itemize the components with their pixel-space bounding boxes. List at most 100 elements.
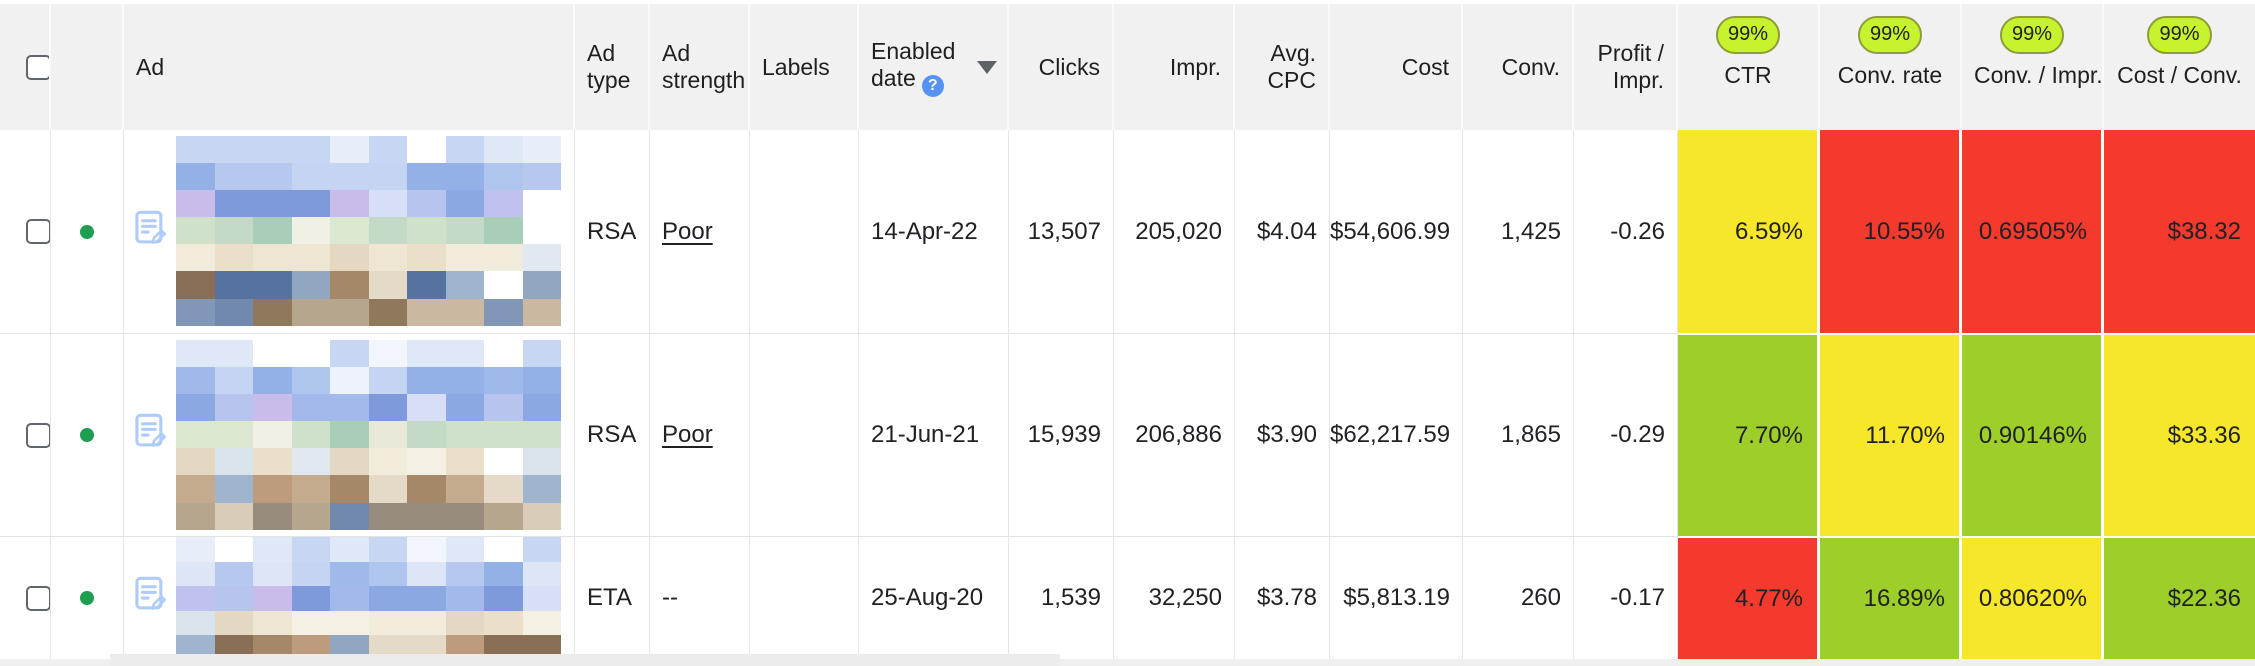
col-header-ad_strength[interactable]: Ad strength (650, 4, 750, 130)
col-header-ad[interactable]: Ad (124, 4, 575, 130)
status-cell (51, 333, 124, 536)
ctr-heat-cell: 7.70% (1678, 333, 1820, 536)
conversions-cell: 1,865 (1463, 333, 1574, 536)
col-header-label: Ad strength (662, 40, 745, 93)
row-checkbox[interactable] (26, 586, 51, 611)
profit-impr-cell: -0.17 (1574, 536, 1678, 659)
col-header-clicks[interactable]: Clicks (1009, 4, 1114, 130)
col-header-label: Labels (762, 54, 830, 80)
ad-type-cell: RSA (575, 333, 650, 536)
col-header-ad_type[interactable]: Ad type (575, 4, 650, 130)
impressions-cell: 32,250 (1114, 536, 1235, 659)
conversions-cell: 1,425 (1463, 130, 1574, 333)
ad-strength-value: -- (662, 584, 678, 611)
ads-table: Ad Ad type Ad strength Labels Enabled date? C… (0, 4, 2255, 659)
col-header-enabled_date[interactable]: Enabled date? (859, 4, 1009, 130)
sort-descending-icon (977, 61, 997, 74)
table-row: RSA Poor 21-Jun-2115,939206,886$3.90$62,21… (0, 333, 2255, 536)
col-header-avg_cpc[interactable]: Avg. CPC (1235, 4, 1330, 130)
select-cell (0, 536, 51, 659)
col-header-impr[interactable]: Impr. (1114, 4, 1235, 130)
select-cell (0, 130, 51, 333)
clicks-cell: 15,939 (1009, 333, 1114, 536)
cost-conv-heat-cell: $33.36 (2104, 333, 2255, 536)
col-header-label: CTR (1690, 62, 1806, 89)
help-icon[interactable]: ? (922, 75, 944, 97)
status-enabled-dot[interactable] (80, 591, 94, 605)
row-checkbox[interactable] (26, 423, 51, 448)
ad-strength-link[interactable]: Poor (662, 421, 713, 448)
ad-preview-image[interactable] (176, 136, 561, 326)
col-header-ctr[interactable]: 99% CTR (1678, 4, 1820, 130)
avg-cpc-cell: $4.04 (1235, 130, 1330, 333)
avg-cpc-cell: $3.78 (1235, 536, 1330, 659)
col-header-label: Cost / Conv. (2116, 62, 2243, 89)
conv-impr-heat-cell: 0.90146% (1962, 333, 2104, 536)
labels-cell (750, 130, 859, 333)
col-header-cost[interactable]: Cost (1330, 4, 1463, 130)
bottom-cutoff-strip-ad (110, 654, 1060, 666)
col-header-conv_impr[interactable]: 99%Conv. / Impr. (1962, 4, 2104, 130)
col-header-status (51, 4, 124, 130)
labels-cell (750, 333, 859, 536)
col-header-cost_conv[interactable]: 99% Cost / Conv. (2104, 4, 2255, 130)
status-enabled-dot[interactable] (80, 428, 94, 442)
avg-cpc-cell: $3.90 (1235, 333, 1330, 536)
col-header-conv_rate[interactable]: 99%Conv. rate (1820, 4, 1962, 130)
status-cell (51, 130, 124, 333)
impressions-cell: 205,020 (1114, 130, 1235, 333)
table-row: ETA--25-Aug-201,53932,250$3.78$5,813.192… (0, 536, 2255, 659)
table-body: RSAPoor14-Apr-2213,507205,020$4.04$54,60… (0, 130, 2255, 659)
col-header-label: Conv. (1502, 54, 1560, 80)
row-checkbox[interactable] (26, 219, 51, 244)
ctr-heat-cell: 4.77% (1678, 536, 1820, 659)
col-header-label: Profit / Impr. (1598, 40, 1664, 93)
cost-conv-heat-cell: $22.36 (2104, 536, 2255, 659)
ads-table-page: Ad Ad type Ad strength Labels Enabled date? C… (0, 0, 2255, 666)
conv-impr-heat-cell: 0.69505% (1962, 130, 2104, 333)
col-header-conv[interactable]: Conv. (1463, 4, 1574, 130)
ad-cell[interactable] (124, 536, 575, 659)
score-badge: 99% (1858, 16, 1922, 54)
col-header-select[interactable] (0, 4, 51, 130)
enabled-date-cell: 14-Apr-22 (859, 130, 1009, 333)
ad-edit-icon (134, 413, 168, 458)
ad-type-cell: ETA (575, 536, 650, 659)
cost-cell: $54,606.99 (1330, 130, 1463, 333)
impressions-cell: 206,886 (1114, 333, 1235, 536)
select-all-checkbox[interactable] (26, 55, 51, 80)
ad-preview-image[interactable] (176, 340, 561, 530)
enabled-date-cell: 21-Jun-21 (859, 333, 1009, 536)
ad-strength-cell: -- (650, 536, 750, 659)
ad-cell[interactable] (124, 333, 575, 536)
col-header-label: Impr. (1170, 54, 1221, 80)
ad-cell[interactable] (124, 130, 575, 333)
score-badge: 99% (2147, 16, 2211, 54)
col-header-label: Clicks (1039, 54, 1100, 80)
ad-type-cell: RSA (575, 130, 650, 333)
conv-rate-heat-cell: 16.89% (1820, 536, 1962, 659)
col-header-labels[interactable]: Labels (750, 4, 859, 130)
conv-rate-heat-cell: 11.70% (1820, 333, 1962, 536)
labels-cell (750, 536, 859, 659)
ad-edit-icon (134, 209, 168, 254)
enabled-date-cell: 25-Aug-20 (859, 536, 1009, 659)
conv-rate-heat-cell: 10.55% (1820, 130, 1962, 333)
status-enabled-dot[interactable] (80, 225, 94, 239)
col-header-label: Ad (136, 54, 164, 80)
ad-strength-cell: Poor (650, 130, 750, 333)
ad-strength-link[interactable]: Poor (662, 218, 713, 245)
ad-preview-image[interactable] (176, 537, 561, 659)
ad-strength-cell: Poor (650, 333, 750, 536)
select-cell (0, 333, 51, 536)
col-header-label: Ad type (587, 40, 630, 93)
clicks-cell: 1,539 (1009, 536, 1114, 659)
status-cell (51, 536, 124, 659)
profit-impr-cell: -0.26 (1574, 130, 1678, 333)
profit-impr-cell: -0.29 (1574, 333, 1678, 536)
col-header-profit_impr[interactable]: Profit / Impr. (1574, 4, 1678, 130)
score-badge: 99% (1716, 16, 1780, 54)
col-header-label: Cost (1402, 54, 1449, 80)
table-header: Ad Ad type Ad strength Labels Enabled date? C… (0, 4, 2255, 130)
cost-cell: $62,217.59 (1330, 333, 1463, 536)
